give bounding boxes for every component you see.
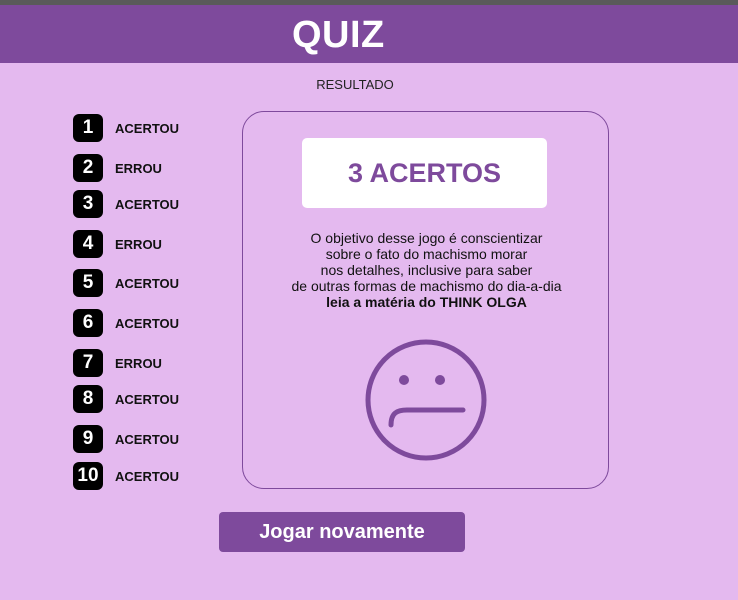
result-row-5: 5 ACERTOU (73, 269, 179, 297)
question-number-badge: 10 (73, 462, 103, 490)
result-subtitle: RESULTADO (316, 77, 394, 92)
question-number-badge: 6 (73, 309, 103, 337)
result-row-6: 6 ACERTOU (73, 309, 179, 337)
page-title: QUIZ (292, 14, 385, 56)
question-number-badge: 9 (73, 425, 103, 453)
play-again-button[interactable]: Jogar novamente (219, 512, 465, 552)
result-status: ACERTOU (115, 275, 180, 291)
result-row-2: 2 ERROU (73, 154, 162, 182)
question-number-badge: 2 (73, 154, 103, 182)
result-row-10: 10 ACERTOU (73, 462, 179, 490)
result-row-9: 9 ACERTOU (73, 425, 179, 453)
think-olga-text: leia a matéria do THINK OLGA (326, 294, 527, 310)
score-box: 3 ACERTOS (302, 138, 547, 208)
message-line: de outras formas de machismo do dia-a-di… (291, 278, 562, 294)
result-row-7: 7 ERROU (73, 349, 162, 377)
result-message: O objetivo desse jogo é conscientizar so… (243, 230, 610, 310)
result-status: ACERTOU (115, 196, 180, 212)
result-status: ACERTOU (115, 468, 180, 484)
result-row-8: 8 ACERTOU (73, 385, 179, 413)
result-row-3: 3 ACERTOU (73, 190, 179, 218)
result-status: ACERTOU (115, 315, 180, 331)
result-status: ERROU (115, 355, 162, 371)
result-status: ERROU (115, 236, 162, 252)
message-line: O objetivo desse jogo é conscientizar (310, 230, 543, 246)
question-number-badge: 1 (73, 114, 103, 142)
question-number-badge: 4 (73, 230, 103, 258)
result-status: ACERTOU (115, 120, 180, 136)
quiz-header: QUIZ (0, 5, 738, 63)
result-row-1: 1 ACERTOU (73, 114, 179, 142)
question-number-badge: 7 (73, 349, 103, 377)
result-row-4: 4 ERROU (73, 230, 162, 258)
result-status: ACERTOU (115, 391, 180, 407)
sad-face-icon (365, 339, 487, 461)
score-text: 3 ACERTOS (347, 157, 502, 188)
question-number-badge: 5 (73, 269, 103, 297)
result-status: ACERTOU (115, 431, 180, 447)
result-status: ERROU (115, 160, 162, 176)
question-number-badge: 8 (73, 385, 103, 413)
question-number-badge: 3 (73, 190, 103, 218)
message-line: nos detalhes, inclusive para saber (320, 262, 533, 278)
message-line: sobre o fato do machismo morar (325, 246, 528, 262)
result-card: 3 ACERTOS O objetivo desse jogo é consci… (242, 111, 609, 489)
